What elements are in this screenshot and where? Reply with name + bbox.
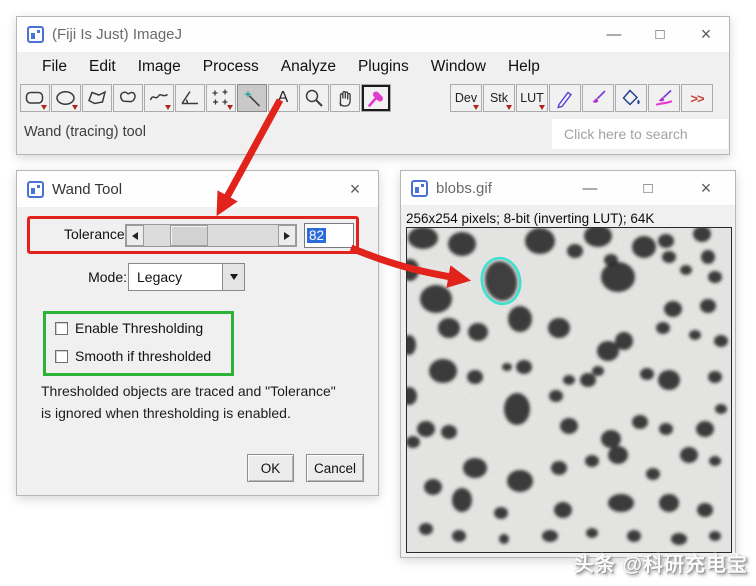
menu-image[interactable]: Image — [127, 55, 192, 79]
hand-tool-button[interactable] — [330, 84, 360, 112]
hand-icon — [339, 91, 351, 107]
maximize-icon[interactable]: □ — [637, 17, 683, 52]
menu-bar: File Edit Image Process Analyze Plugins … — [17, 52, 729, 81]
main-window-title: (Fiji Is Just) ImageJ — [52, 26, 183, 43]
more-tools-icon: >> — [690, 90, 704, 106]
color-picker-tool-button[interactable] — [361, 84, 391, 112]
combo-drop-button[interactable] — [222, 264, 244, 290]
search-input[interactable]: Click here to search — [552, 119, 728, 149]
lut-tools-icon: LUT — [520, 91, 544, 105]
info-line-2: is ignored when thresholding is enabled. — [41, 405, 291, 421]
dropdown-triangle-icon — [227, 105, 233, 110]
zoom-tool-button[interactable] — [299, 84, 329, 112]
rectangle-tool-button[interactable] — [20, 84, 50, 112]
brush-tool-button[interactable] — [648, 84, 680, 112]
freehand-tool-button[interactable] — [113, 84, 143, 112]
dropdown-triangle-icon — [539, 105, 545, 110]
paintbrush-icon — [592, 90, 606, 103]
screenshot-stage: (Fiji Is Just) ImageJ — □ × File Edit Im… — [0, 0, 756, 586]
fiji-app-icon — [27, 180, 44, 198]
cancel-button[interactable]: Cancel — [306, 454, 364, 482]
main-titlebar[interactable]: (Fiji Is Just) ImageJ — □ × — [17, 17, 729, 52]
minimize-icon[interactable]: — — [591, 17, 637, 52]
point-tool-button[interactable] — [206, 84, 236, 112]
dropdown-triangle-icon — [473, 105, 479, 110]
menu-edit[interactable]: Edit — [78, 55, 127, 79]
brush-icon — [655, 89, 673, 106]
freehand-icon — [120, 91, 136, 103]
imagej-main-window: (Fiji Is Just) ImageJ — □ × File Edit Im… — [16, 16, 730, 155]
oval-tool-button[interactable] — [51, 84, 81, 112]
paintbrush-tool-button[interactable] — [582, 84, 614, 112]
stacks-tools-icon: Stk — [489, 91, 509, 105]
close-icon[interactable]: × — [677, 171, 735, 205]
more-tools-button[interactable]: >> — [681, 84, 713, 112]
info-line-1: Thresholded objects are traced and "Tole… — [41, 383, 336, 399]
polygon-icon — [88, 90, 107, 105]
close-icon[interactable]: × — [332, 171, 378, 207]
dialog-info-text: Thresholded objects are traced and "Tole… — [41, 380, 336, 424]
menu-window[interactable]: Window — [420, 55, 497, 79]
menu-file[interactable]: File — [31, 55, 78, 79]
text-tool-icon: A — [277, 89, 289, 106]
blobs-svg — [401, 225, 731, 552]
close-icon[interactable]: × — [683, 17, 729, 52]
pencil-icon — [557, 91, 572, 109]
maximize-icon[interactable]: □ — [619, 171, 677, 205]
angle-icon — [181, 91, 198, 105]
menu-process[interactable]: Process — [192, 55, 270, 79]
status-text: Wand (tracing) tool — [24, 124, 146, 140]
image-canvas[interactable] — [401, 225, 732, 553]
wand-tool-button[interactable] — [237, 84, 267, 112]
mode-label: Mode: — [88, 269, 127, 285]
menu-analyze[interactable]: Analyze — [270, 55, 347, 79]
dropdown-triangle-icon — [165, 105, 171, 110]
fiji-app-icon — [411, 179, 428, 197]
flood-fill-tool-button[interactable] — [615, 84, 647, 112]
menu-plugins[interactable]: Plugins — [347, 55, 420, 79]
magnifier-icon — [305, 89, 323, 107]
minimize-icon[interactable]: — — [561, 171, 619, 205]
mode-select[interactable]: Legacy — [128, 263, 245, 291]
thresholding-highlight-box — [43, 311, 234, 376]
tolerance-highlight-box — [27, 216, 359, 254]
angle-tool-button[interactable] — [175, 84, 205, 112]
blobs-window-title: blobs.gif — [436, 179, 492, 197]
image-info-text: 256x254 pixels; 8-bit (inverting LUT); 6… — [406, 211, 655, 226]
blobs-titlebar[interactable]: blobs.gif — □ × — [401, 171, 735, 205]
wand-icon — [244, 90, 261, 107]
menu-help[interactable]: Help — [497, 55, 551, 79]
tool-bar: A Dev Stk LUT >> — [17, 81, 729, 115]
blobs-image-window: blobs.gif — □ × 256x254 pixels; 8-bit (i… — [400, 170, 736, 558]
dev-tools-button[interactable]: Dev — [450, 84, 482, 112]
pencil-tool-button[interactable] — [549, 84, 581, 112]
fiji-app-icon — [27, 26, 44, 43]
status-bar: Wand (tracing) tool Click here to search — [17, 115, 729, 153]
flood-fill-icon — [622, 89, 640, 106]
chevron-down-icon — [229, 274, 238, 280]
mode-value: Legacy — [137, 269, 183, 285]
dialog-titlebar[interactable]: Wand Tool × — [17, 171, 378, 207]
stacks-tools-button[interactable]: Stk — [483, 84, 515, 112]
lut-tools-button[interactable]: LUT — [516, 84, 548, 112]
dialog-title: Wand Tool — [52, 180, 123, 198]
dropdown-triangle-icon — [41, 105, 47, 110]
line-tool-button[interactable] — [144, 84, 174, 112]
dropdown-triangle-icon — [506, 105, 512, 110]
dev-tools-icon: Dev — [454, 91, 478, 105]
ok-button[interactable]: OK — [247, 454, 294, 482]
color-picker-icon — [368, 91, 383, 107]
watermark-text: 头条 @科研充电宝 — [573, 554, 748, 576]
text-tool-button[interactable]: A — [268, 84, 298, 112]
dropdown-triangle-icon — [72, 105, 78, 110]
polygon-tool-button[interactable] — [82, 84, 112, 112]
